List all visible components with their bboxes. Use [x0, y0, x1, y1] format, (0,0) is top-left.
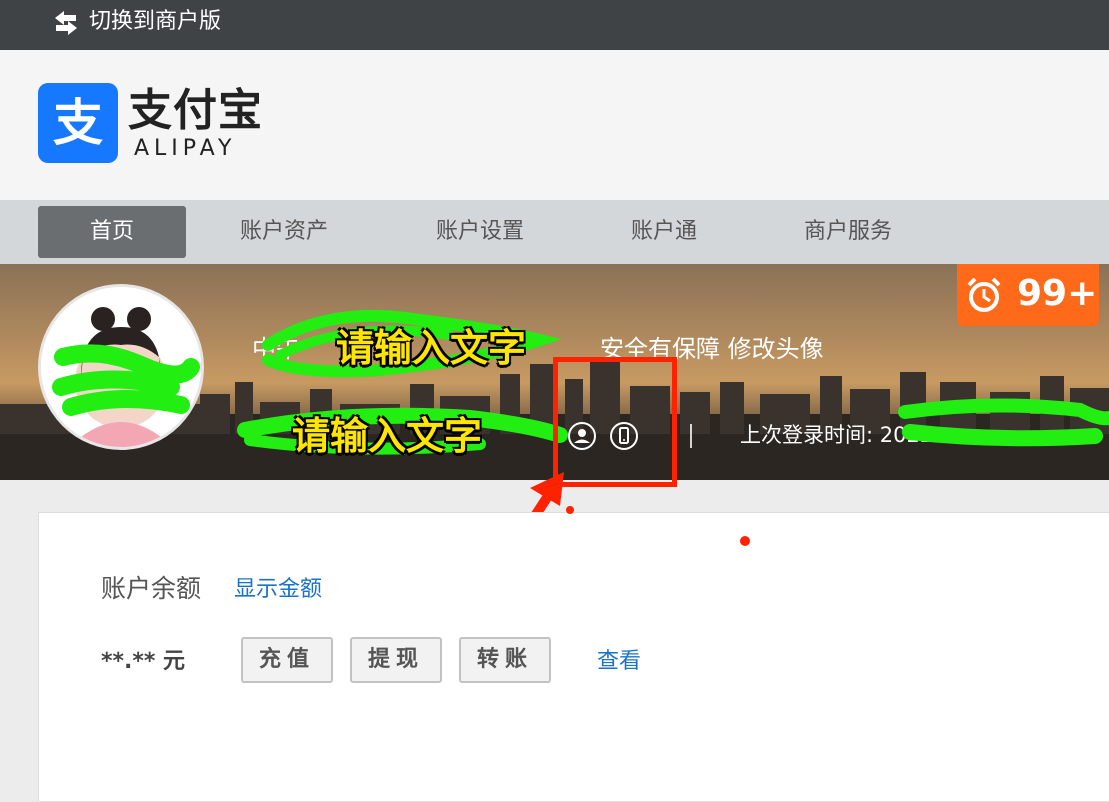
show-amount-link[interactable]: 显示金额: [234, 575, 322, 605]
account-balance-card: 账户余额 显示金额 **.** 元 充值 提现 转账 查看: [38, 512, 1109, 802]
annotation-text-2: 请输入文字: [292, 414, 483, 458]
transfer-button[interactable]: 转账: [459, 637, 551, 683]
balance-label: 账户余额: [101, 574, 202, 603]
view-link[interactable]: 查看: [597, 647, 641, 677]
balance-amount: **.** 元: [101, 649, 186, 674]
annotation-dot: [740, 536, 750, 546]
annotation-text-1: 请输入文字: [336, 326, 527, 370]
recharge-button[interactable]: 充值: [241, 637, 333, 683]
withdraw-button[interactable]: 提现: [350, 637, 442, 683]
annotation-dot: [566, 506, 574, 514]
